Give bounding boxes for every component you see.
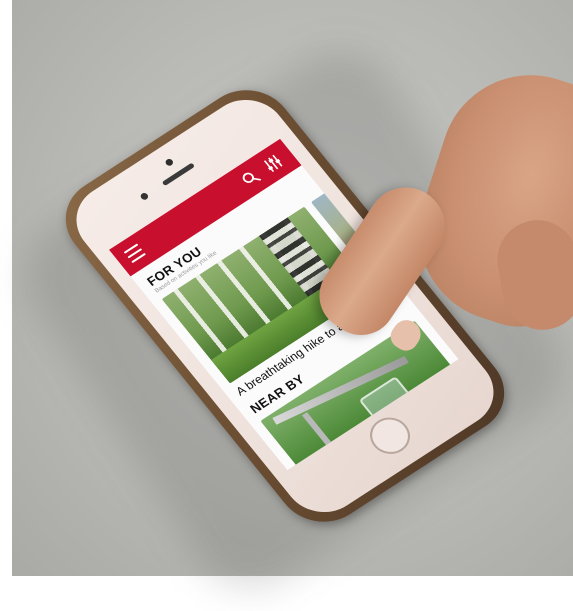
railing-post: [301, 412, 345, 463]
front-camera-icon: [164, 157, 175, 167]
search-icon[interactable]: [239, 168, 263, 189]
proximity-sensor-icon: [139, 191, 150, 202]
menu-icon[interactable]: [123, 243, 146, 264]
earpiece-speaker: [161, 162, 196, 187]
filter-icon[interactable]: [260, 151, 286, 175]
home-button[interactable]: [362, 410, 419, 461]
